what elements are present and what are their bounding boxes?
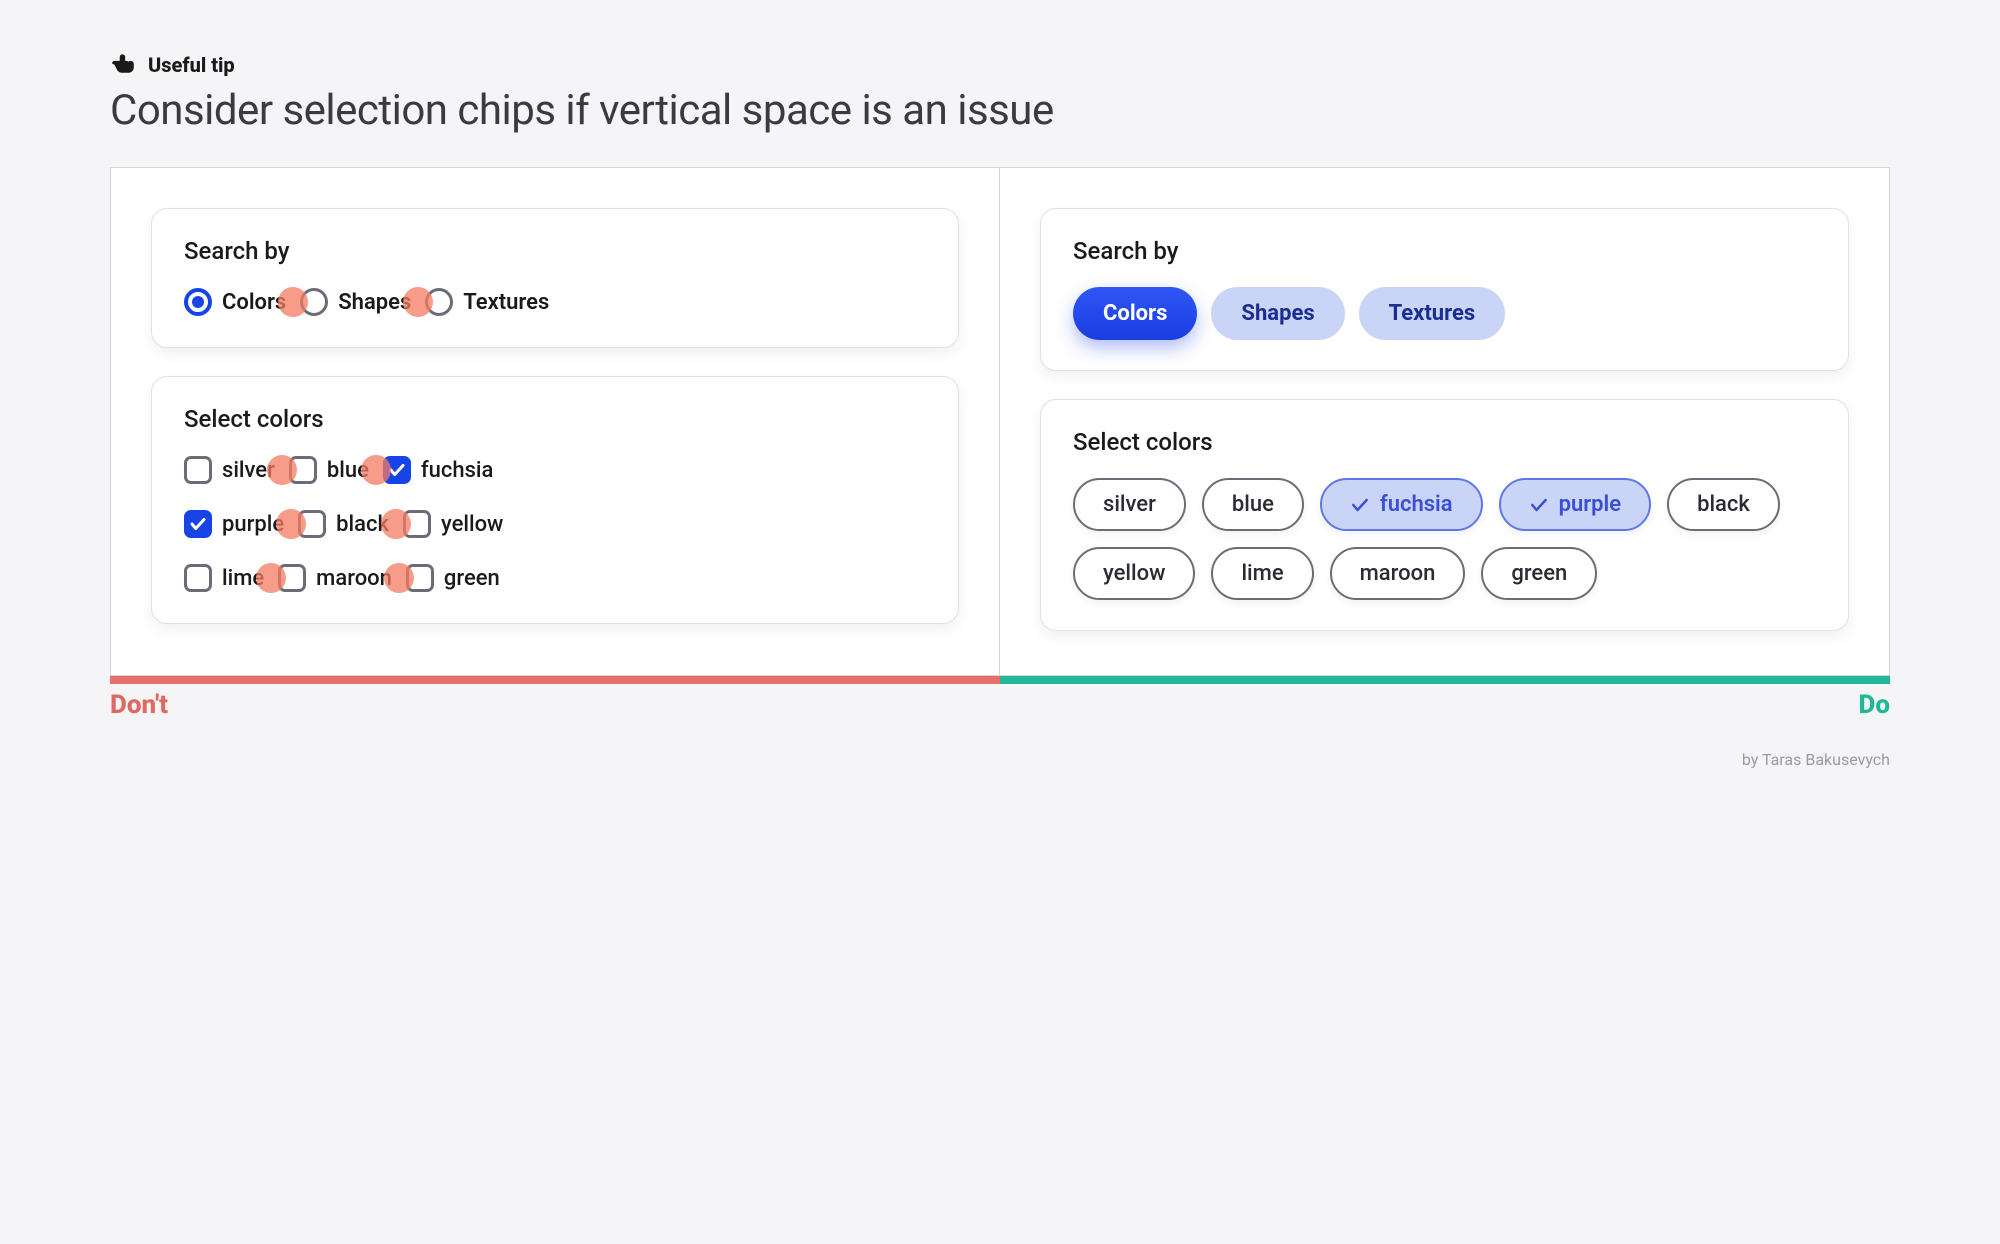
chip-lime[interactable]: lime [1211, 547, 1313, 600]
radio-label: Textures [463, 290, 549, 315]
checkbox-maroon[interactable]: maroon [278, 564, 392, 592]
checkbox-label: fuchsia [421, 458, 494, 483]
dont-verdict: Don't [110, 690, 168, 720]
comparison-container: Search by Colors Shapes Textures Select co… [110, 167, 1890, 676]
touch-target-dot-icon [256, 563, 286, 593]
touch-target-dot-icon [276, 509, 306, 539]
pointing-hand-icon [110, 50, 136, 80]
check-icon [1529, 495, 1549, 515]
chip-black[interactable]: black [1667, 478, 1780, 531]
verdict-bars [110, 676, 1890, 684]
card-title: Search by [1073, 237, 1816, 265]
pill-shapes[interactable]: Shapes [1211, 287, 1344, 340]
pill-colors[interactable]: Colors [1073, 287, 1197, 340]
chip-yellow[interactable]: yellow [1073, 547, 1195, 600]
dont-pane: Search by Colors Shapes Textures Select co… [111, 168, 1000, 675]
checkbox-box-icon [184, 564, 212, 592]
search-by-card-do: Search by Colors Shapes Textures [1040, 208, 1849, 371]
chip-label: lime [1241, 561, 1283, 586]
check-icon [1350, 495, 1370, 515]
page-title: Consider selection chips if vertical spa… [110, 86, 1890, 135]
chip-label: green [1511, 561, 1567, 586]
chip-silver[interactable]: silver [1073, 478, 1186, 531]
chip-label: maroon [1360, 561, 1436, 586]
do-verdict: Do [1858, 690, 1890, 720]
chip-label: blue [1232, 492, 1274, 517]
card-title: Search by [184, 237, 926, 265]
chip-blue[interactable]: blue [1202, 478, 1304, 531]
search-by-card-dont: Search by Colors Shapes Textures [151, 208, 959, 348]
checkbox-purple[interactable]: purple [184, 510, 284, 538]
chip-label: silver [1103, 492, 1156, 517]
pill-label: Shapes [1241, 301, 1314, 326]
pill-textures[interactable]: Textures [1359, 287, 1506, 340]
checkbox-box-icon [184, 456, 212, 484]
chip-label: fuchsia [1380, 492, 1453, 517]
touch-target-dot-icon [267, 455, 297, 485]
radio-colors[interactable]: Colors [184, 288, 286, 316]
chip-fuchsia[interactable]: fuchsia [1320, 478, 1483, 531]
checkbox-silver[interactable]: silver [184, 456, 275, 484]
pill-label: Textures [1389, 301, 1476, 326]
radio-shapes[interactable]: Shapes [300, 288, 411, 316]
checkbox-fuchsia[interactable]: fuchsia [383, 456, 494, 484]
touch-target-dot-icon [384, 563, 414, 593]
byline: by Taras Bakusevych [110, 750, 1890, 769]
checkbox-label: maroon [316, 566, 392, 591]
chip-green[interactable]: green [1481, 547, 1597, 600]
do-pane: Search by Colors Shapes Textures Select co… [1000, 168, 1889, 675]
select-colors-card-dont: Select colors silver blue fuchsia purple bla… [151, 376, 959, 624]
checkbox-box-icon [184, 510, 212, 538]
card-title: Select colors [1073, 428, 1816, 456]
radio-textures[interactable]: Textures [425, 288, 549, 316]
radio-circle-icon [184, 288, 212, 316]
touch-target-dot-icon [381, 509, 411, 539]
card-title: Select colors [184, 405, 926, 433]
chip-label: yellow [1103, 561, 1165, 586]
checkbox-label: purple [222, 512, 284, 537]
checkbox-black[interactable]: black [298, 510, 389, 538]
chip-label: black [1697, 492, 1750, 517]
chip-group: silver blue fuchsia purple black yellow lime ma… [1073, 478, 1816, 600]
checkbox-label: yellow [441, 512, 503, 537]
chip-label: purple [1559, 492, 1622, 517]
chip-maroon[interactable]: maroon [1330, 547, 1466, 600]
chip-purple[interactable]: purple [1499, 478, 1652, 531]
radio-group: Colors Shapes Textures [184, 287, 926, 317]
checkbox-lime[interactable]: lime [184, 564, 264, 592]
do-bar [1000, 676, 1890, 684]
radio-label: Colors [222, 290, 286, 315]
checkbox-group: silver blue fuchsia purple black yellow lime ma… [184, 455, 926, 593]
pill-group: Colors Shapes Textures [1073, 287, 1816, 340]
useful-tip-label: Useful tip [148, 53, 235, 77]
select-colors-card-do: Select colors silver blue fuchsia purple bla… [1040, 399, 1849, 631]
dont-bar [110, 676, 1000, 684]
checkbox-yellow[interactable]: yellow [403, 510, 503, 538]
touch-target-dot-icon [361, 455, 391, 485]
checkbox-green[interactable]: green [406, 564, 500, 592]
radio-label: Shapes [338, 290, 411, 315]
pill-label: Colors [1103, 301, 1167, 326]
checkbox-blue[interactable]: blue [289, 456, 369, 484]
checkbox-label: green [444, 566, 500, 591]
